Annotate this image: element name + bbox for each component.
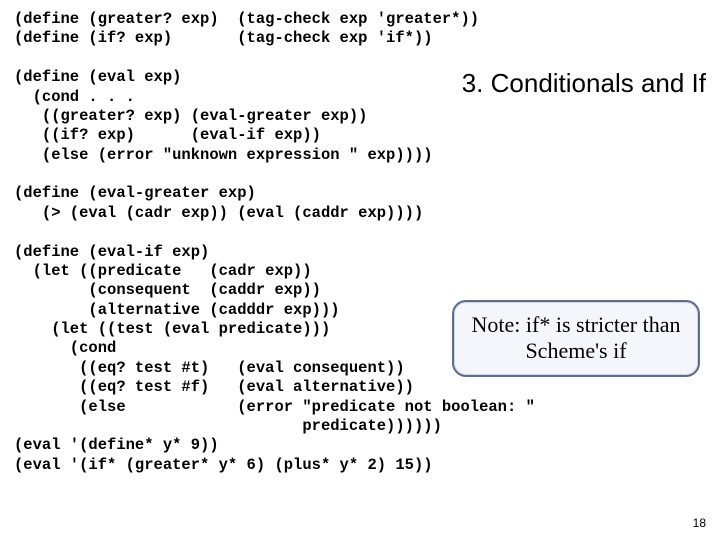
page-number: 18 bbox=[693, 516, 706, 530]
note-callout: Note: if* is stricter than Scheme's if bbox=[452, 300, 700, 377]
section-title: 3. Conditionals and If bbox=[462, 68, 706, 99]
